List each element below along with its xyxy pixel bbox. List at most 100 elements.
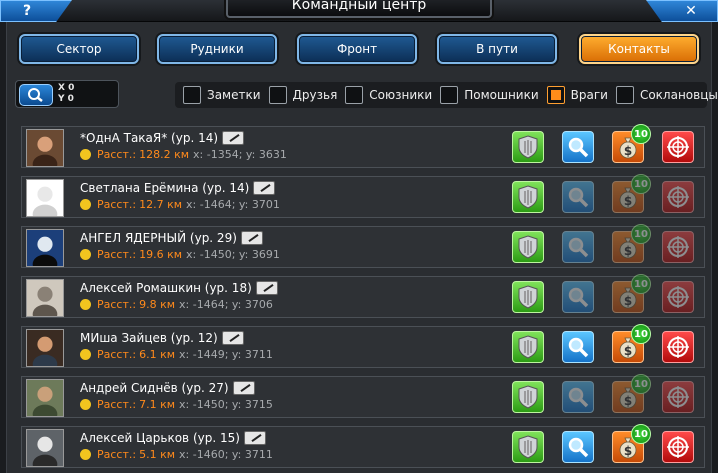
- player-name-line: Алексей Царьков (ур. 15): [80, 431, 266, 445]
- tab-mines[interactable]: Рудники: [157, 34, 277, 64]
- avatar[interactable]: [26, 279, 64, 317]
- spy-button[interactable]: [562, 431, 594, 463]
- svg-text:$: $: [624, 394, 632, 408]
- svg-text:$: $: [624, 294, 632, 308]
- search-button[interactable]: [19, 84, 53, 106]
- attack-button[interactable]: [662, 331, 694, 363]
- spy-button[interactable]: [562, 131, 594, 163]
- avatar-image: [27, 430, 63, 466]
- skull-icon: [80, 149, 91, 160]
- distance-value: 128.2 км: [139, 148, 190, 161]
- defend-button[interactable]: [512, 281, 544, 313]
- edit-note-icon[interactable]: [240, 231, 263, 245]
- trade-button[interactable]: $ 10: [612, 224, 651, 263]
- spy-button[interactable]: [562, 381, 594, 413]
- edit-note-icon[interactable]: [221, 331, 244, 345]
- player-name: АНГЕЛ ЯДЕРНЫЙ (ур. 29): [80, 231, 237, 245]
- checkbox[interactable]: [183, 86, 201, 104]
- filter-enemies[interactable]: Враги: [546, 86, 608, 104]
- trade-button[interactable]: $ 10: [612, 124, 651, 163]
- spy-button[interactable]: [562, 281, 594, 313]
- tab-contacts[interactable]: Контакты: [579, 34, 699, 64]
- checkbox-checked[interactable]: [546, 86, 565, 104]
- trade-count-badge: 10: [631, 374, 651, 394]
- edit-note-icon[interactable]: [243, 431, 266, 445]
- trade-button[interactable]: $ 10: [612, 374, 651, 413]
- attack-button[interactable]: [662, 131, 694, 163]
- window-title: Командный центр: [291, 0, 427, 13]
- distance-value: 5.1 км: [139, 448, 176, 461]
- player-coordinates: x: -1450; y: 3715: [179, 398, 273, 411]
- distance-label: Расст.:: [97, 298, 137, 311]
- player-coordinates: x: -1450; y: 3691: [186, 248, 280, 261]
- tab-sector[interactable]: Сектор: [19, 34, 139, 64]
- trade-count-badge: 10: [631, 274, 651, 294]
- shield-icon: [518, 435, 538, 459]
- shield-icon: [518, 335, 538, 359]
- checkbox[interactable]: [615, 86, 634, 104]
- tab-in-transit[interactable]: В пути: [437, 34, 557, 64]
- attack-button[interactable]: [662, 181, 694, 213]
- defend-button[interactable]: [512, 181, 544, 213]
- filter-label: Соклановцы: [639, 88, 718, 102]
- avatar[interactable]: [26, 429, 64, 467]
- distance-line: Расст.: 12.7 км x: -1464; y: 3701: [80, 198, 280, 211]
- distance-label: Расст.:: [97, 148, 137, 161]
- close-button[interactable]: ✕: [646, 0, 718, 22]
- avatar[interactable]: [26, 379, 64, 417]
- defend-button[interactable]: [512, 431, 544, 463]
- defend-button[interactable]: [512, 231, 544, 263]
- skull-icon: [80, 449, 91, 460]
- coordinate-readout: X 0 Y 0: [58, 83, 74, 105]
- trade-button[interactable]: $ 10: [612, 424, 651, 463]
- edit-note-icon[interactable]: [255, 281, 278, 295]
- trade-button[interactable]: $ 10: [612, 174, 651, 213]
- spy-button[interactable]: [562, 331, 594, 363]
- contact-row: Андрей Сиднёв (ур. 27) Расст.: 7.1 км x:…: [21, 374, 705, 418]
- avatar[interactable]: [26, 329, 64, 367]
- edit-note-icon[interactable]: [232, 381, 255, 395]
- filter-label: Союзники: [369, 88, 433, 102]
- trade-button[interactable]: $ 10: [612, 324, 651, 363]
- filter-allies[interactable]: Союзники: [345, 86, 432, 104]
- skull-icon: [80, 399, 91, 410]
- player-name: Алексей Ромашкин (ур. 18): [80, 281, 252, 295]
- defend-button[interactable]: [512, 381, 544, 413]
- trade-button[interactable]: $ 10: [612, 274, 651, 313]
- distance-line: Расст.: 5.1 км x: -1460; y: 3711: [80, 448, 273, 461]
- contact-filters: Заметки Друзья Союзники Помошники Враги …: [175, 82, 718, 108]
- avatar[interactable]: [26, 129, 64, 167]
- spy-button[interactable]: [562, 231, 594, 263]
- avatar[interactable]: [26, 179, 64, 217]
- contact-row: Алексей Ромашкин (ур. 18) Расст.: 9.8 км…: [21, 274, 705, 318]
- attack-button[interactable]: [662, 431, 694, 463]
- trade-count-badge: 10: [631, 324, 651, 344]
- checkbox[interactable]: [440, 86, 459, 104]
- command-center-panel: Сектор Рудники Фронт В пути Контакты X 0…: [6, 22, 718, 473]
- filter-clanmates[interactable]: Соклановцы: [615, 86, 718, 104]
- filter-friends[interactable]: Друзья: [268, 86, 337, 104]
- attack-button[interactable]: [662, 381, 694, 413]
- attack-button[interactable]: [662, 281, 694, 313]
- defend-button[interactable]: [512, 131, 544, 163]
- crosshair-icon: [667, 136, 689, 158]
- defend-button[interactable]: [512, 331, 544, 363]
- spy-button[interactable]: [562, 181, 594, 213]
- distance-label: Расст.:: [97, 348, 137, 361]
- edit-note-icon[interactable]: [253, 181, 276, 195]
- avatar[interactable]: [26, 229, 64, 267]
- edit-note-icon[interactable]: [222, 131, 245, 145]
- filter-notes[interactable]: Заметки: [183, 86, 261, 104]
- filter-helpers[interactable]: Помошники: [440, 86, 539, 104]
- attack-button[interactable]: [662, 231, 694, 263]
- player-name-line: Андрей Сиднёв (ур. 27): [80, 381, 255, 395]
- checkbox[interactable]: [345, 86, 364, 104]
- skull-icon: [80, 299, 91, 310]
- checkbox[interactable]: [268, 86, 287, 104]
- shield-icon: [518, 235, 538, 259]
- help-button[interactable]: ?: [0, 0, 72, 22]
- trade-count-badge: 10: [631, 224, 651, 244]
- distance-label: Расст.:: [97, 198, 137, 211]
- contact-row: МИша Зайцев (ур. 12) Расст.: 6.1 км x: -…: [21, 324, 705, 368]
- tab-front[interactable]: Фронт: [297, 34, 417, 64]
